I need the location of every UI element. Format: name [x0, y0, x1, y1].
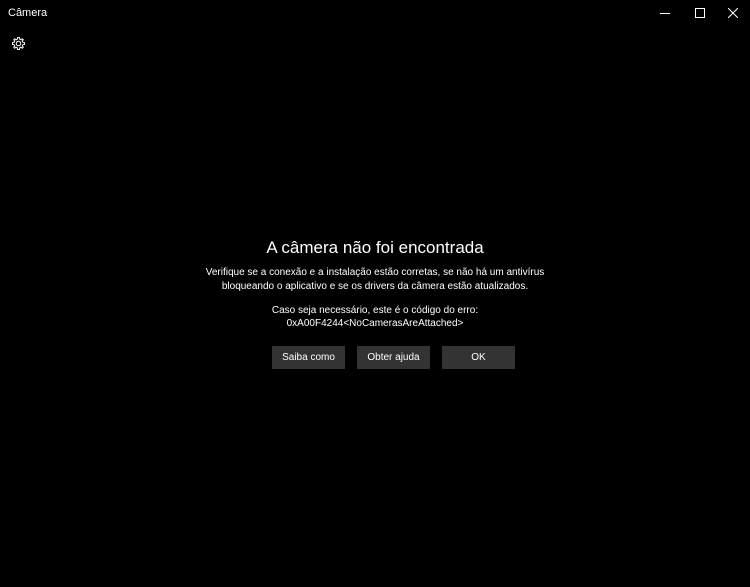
app-title: Câmera: [8, 7, 48, 19]
close-button[interactable]: [716, 0, 750, 26]
minimize-icon: [660, 13, 670, 14]
gear-icon: [11, 36, 25, 50]
minimize-button[interactable]: [648, 0, 682, 26]
error-heading: A câmera não foi encontrada: [266, 238, 484, 257]
title-bar[interactable]: Câmera: [0, 0, 750, 26]
camera-app-window: Câmera A câmera não foi encontrada Verif…: [0, 0, 750, 587]
error-description-line-2: bloqueando o aplicativo e se os drivers …: [221, 281, 529, 292]
error-description-line-1: Verifique se a conexão e a instalação es…: [205, 267, 545, 278]
error-code-intro: Caso seja necessário, este é o código do…: [271, 305, 479, 316]
learn-more-button[interactable]: Saiba como: [272, 346, 345, 369]
get-help-button[interactable]: Obter ajuda: [357, 346, 430, 369]
maximize-button[interactable]: [683, 0, 717, 26]
maximize-icon: [695, 8, 705, 18]
error-code-block: Caso seja necessário, este é o código do…: [0, 304, 750, 330]
error-code: 0xA00F4244<NoCamerasAreAttached>: [286, 318, 464, 329]
error-description: Verifique se a conexão e a instalação es…: [0, 266, 750, 294]
error-message: A câmera não foi encontrada Verifique se…: [0, 236, 750, 330]
ok-button[interactable]: OK: [442, 346, 515, 369]
action-buttons: Saiba como Obter ajuda OK: [272, 346, 516, 369]
settings-button[interactable]: [9, 34, 27, 52]
close-icon: [728, 8, 738, 18]
